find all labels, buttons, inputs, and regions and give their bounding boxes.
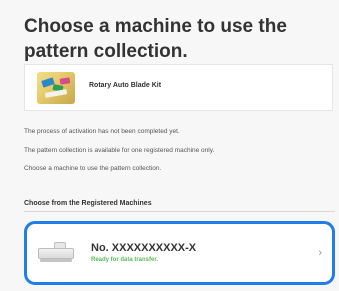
product-card: Rotary Auto Blade Kit: [24, 64, 333, 111]
section-title: Choose from the Registered Machines: [24, 200, 152, 207]
instruction-text: Choose a machine to use the pattern coll…: [24, 165, 162, 172]
chevron-right-icon: ›: [318, 247, 322, 259]
page-title: Choose a machine to use the pattern coll…: [24, 16, 287, 62]
product-thumbnail: [37, 72, 75, 104]
activation-status-text: The process of activation has not been c…: [24, 128, 180, 135]
product-name: Rotary Auto Blade Kit: [89, 82, 162, 89]
divider: [24, 211, 335, 212]
availability-text: The pattern collection is available for …: [24, 147, 215, 154]
cutting-machine-icon: [38, 242, 74, 264]
machine-name: No. XXXXXXXXXX-X: [91, 242, 197, 254]
machine-card[interactable]: No. XXXXXXXXXX-X Ready for data transfer…: [24, 221, 335, 285]
machine-status: Ready for data transfer.: [91, 257, 159, 263]
